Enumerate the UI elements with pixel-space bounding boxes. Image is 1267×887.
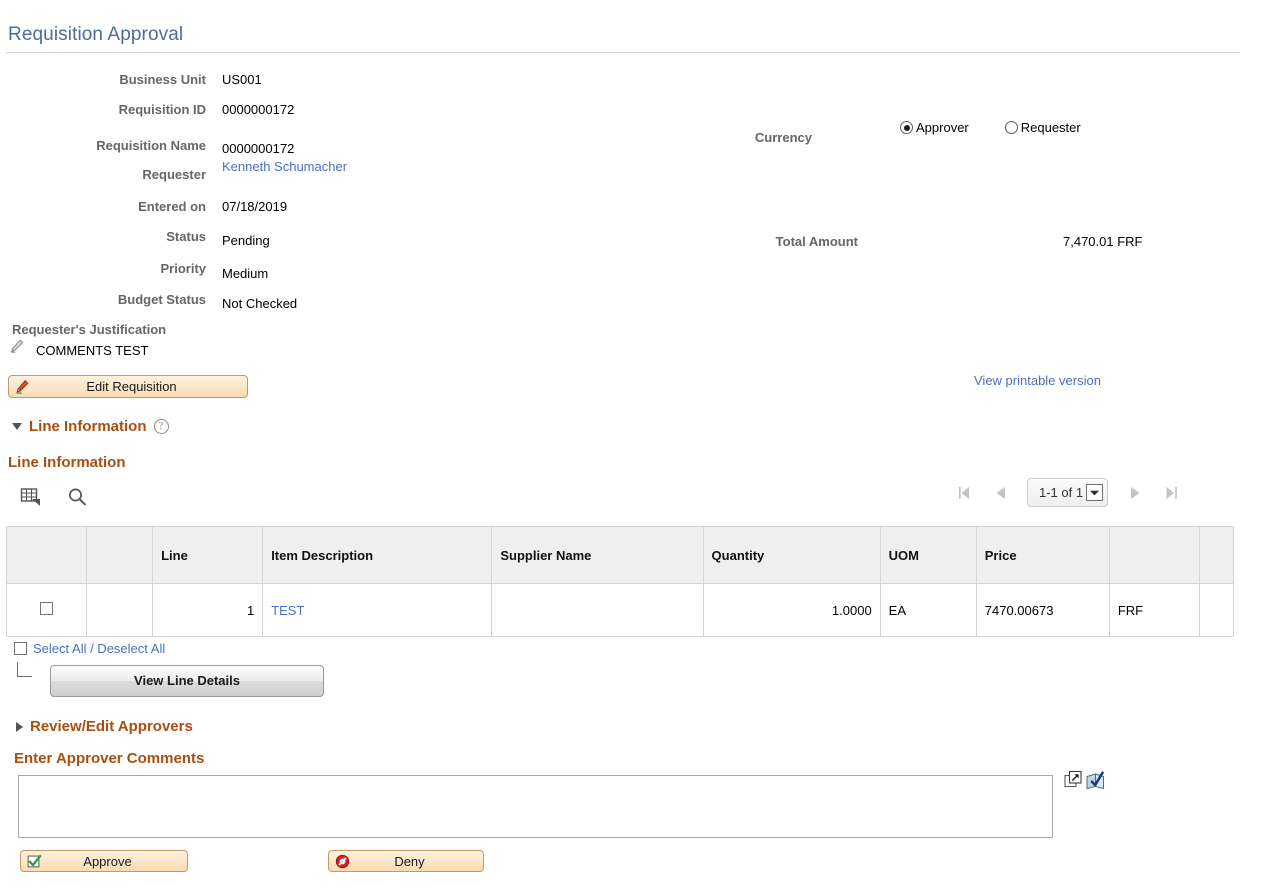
col-price: Price: [976, 527, 1109, 584]
requisition-name-value: 0000000172: [222, 141, 294, 156]
col-supplier-name: Supplier Name: [492, 527, 703, 584]
row-price: 7470.00673: [976, 584, 1109, 637]
expand-triangle-right-icon[interactable]: [16, 722, 23, 732]
approve-button[interactable]: Approve: [20, 850, 188, 872]
row-line: 1: [153, 584, 263, 637]
line-information-grid: Line Item Description Supplier Name Quan…: [6, 526, 1234, 637]
row-blank-cell: [87, 584, 153, 637]
grid-toolbar: [20, 487, 87, 507]
approver-comments-label: Enter Approver Comments: [14, 750, 204, 767]
requester-label: Requester: [6, 167, 206, 182]
approve-label: Approve: [44, 854, 187, 869]
entered-on-label: Entered on: [6, 199, 206, 214]
currency-option-requester[interactable]: Requester: [1005, 120, 1081, 135]
chevron-down-icon[interactable]: [1086, 484, 1103, 501]
previous-page-icon[interactable]: [991, 482, 1009, 504]
page-range-selector[interactable]: 1-1 of 1: [1027, 478, 1108, 507]
view-printable-version-link[interactable]: View printable version: [974, 373, 1101, 388]
page-title: Requisition Approval: [8, 24, 183, 46]
row-item-description-cell: TEST: [263, 584, 492, 637]
row-select-cell: [7, 584, 87, 637]
collapse-triangle-down-icon[interactable]: [12, 423, 22, 430]
budget-status-value: Not Checked: [222, 296, 297, 311]
edit-requisition-label: Edit Requisition: [32, 379, 247, 394]
view-line-details-button[interactable]: View Line Details: [50, 665, 324, 697]
col-select: [7, 527, 87, 584]
requisition-id-value: 0000000172: [222, 102, 294, 117]
row-quantity: 1.0000: [703, 584, 880, 637]
deny-label: Deny: [352, 854, 483, 869]
find-icon[interactable]: [67, 487, 87, 507]
pencil-icon: [9, 338, 25, 354]
deny-button[interactable]: Deny: [328, 850, 484, 872]
currency-radio-group[interactable]: Approver Requester: [900, 120, 1081, 135]
currency-label: Currency: [700, 130, 812, 145]
section-review-edit-approvers-label: Review/Edit Approvers: [30, 718, 193, 735]
col-end: [1199, 527, 1233, 584]
grid-title: Line Information: [8, 454, 126, 471]
justification-value: COMMENTS TEST: [36, 343, 148, 358]
select-all-row: Select All / Deselect All: [14, 641, 165, 656]
radio-requester-icon[interactable]: [1005, 121, 1018, 134]
grid-export-icon[interactable]: [20, 487, 42, 507]
select-all-link[interactable]: Select All / Deselect All: [33, 641, 165, 656]
grid-pagination: 1-1 of 1: [955, 478, 1180, 507]
approve-check-icon: [24, 852, 44, 870]
priority-label: Priority: [6, 261, 206, 276]
total-amount-value: 7,470.01 FRF: [1063, 234, 1143, 249]
requester-link[interactable]: Kenneth Schumacher: [222, 159, 347, 174]
justification-label: Requester's Justification: [12, 322, 166, 337]
priority-value: Medium: [222, 266, 268, 281]
edit-pencil-icon: [12, 378, 32, 396]
comment-tool-icons: [1064, 770, 1106, 790]
expand-popup-icon[interactable]: [1064, 770, 1084, 790]
deny-prohibition-icon: [332, 852, 352, 870]
title-divider: [6, 52, 1240, 53]
requisition-name-label: Requisition Name: [6, 138, 206, 153]
row-checkbox[interactable]: [40, 602, 53, 615]
section-line-information-label: Line Information: [29, 418, 147, 435]
tree-connector: [17, 662, 32, 677]
table-row: 1 TEST 1.0000 EA 7470.00673 FRF: [7, 584, 1234, 637]
help-icon[interactable]: ?: [154, 419, 169, 434]
row-uom: EA: [880, 584, 976, 637]
item-description-link[interactable]: TEST: [271, 603, 304, 618]
spell-check-icon[interactable]: [1085, 770, 1106, 790]
status-value: Pending: [222, 233, 270, 248]
first-page-icon[interactable]: [955, 482, 973, 504]
section-header-line-information[interactable]: Line Information ?: [12, 418, 169, 435]
col-quantity: Quantity: [703, 527, 880, 584]
entered-on-value: 07/18/2019: [222, 199, 287, 214]
business-unit-label: Business Unit: [6, 72, 206, 87]
requisition-id-label: Requisition ID: [6, 102, 206, 117]
approver-comments-input[interactable]: [18, 775, 1053, 838]
row-currency: FRF: [1109, 584, 1199, 637]
business-unit-value: US001: [222, 72, 262, 87]
col-currency: [1109, 527, 1199, 584]
total-amount-label: Total Amount: [700, 234, 858, 249]
currency-option-approver[interactable]: Approver: [900, 120, 969, 135]
col-blank: [87, 527, 153, 584]
currency-option-approver-label: Approver: [916, 120, 969, 135]
next-page-icon[interactable]: [1126, 482, 1144, 504]
select-all-checkbox[interactable]: [14, 642, 27, 655]
col-line: Line: [153, 527, 263, 584]
radio-approver-icon[interactable]: [900, 121, 913, 134]
status-label: Status: [6, 229, 206, 244]
page-range-label: 1-1 of 1: [1039, 485, 1083, 500]
budget-status-label: Budget Status: [6, 292, 206, 307]
table-header-row: Line Item Description Supplier Name Quan…: [7, 527, 1234, 584]
currency-option-requester-label: Requester: [1021, 120, 1081, 135]
edit-requisition-button[interactable]: Edit Requisition: [8, 375, 248, 398]
row-end-cell: [1199, 584, 1233, 637]
col-uom: UOM: [880, 527, 976, 584]
last-page-icon[interactable]: [1162, 482, 1180, 504]
section-header-review-edit-approvers[interactable]: Review/Edit Approvers: [16, 718, 193, 735]
col-item-description: Item Description: [263, 527, 492, 584]
row-supplier-name: [492, 584, 703, 637]
